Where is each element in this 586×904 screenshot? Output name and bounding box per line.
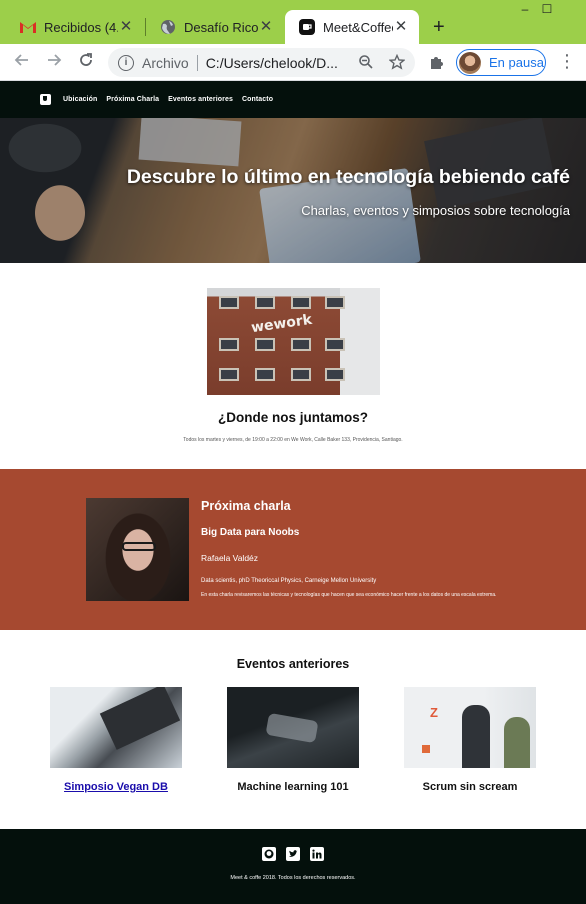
event-image [50, 687, 182, 768]
next-talk-kicker: Próxima charla [201, 499, 291, 513]
location-heading: ¿Donde nos juntamos? [218, 410, 368, 425]
next-talk-section: Próxima charla Big Data para Noobs Rafae… [0, 469, 586, 630]
nav-link-ubicacion[interactable]: Ubicación [63, 96, 97, 103]
url-text[interactable]: C:/Users/chelook/D... [206, 55, 346, 71]
gmail-icon [20, 19, 36, 35]
past-events-section: Eventos anteriores Simposio Vegan DB Mac… [0, 630, 586, 829]
webpage: Ubicación Próxima Charla Eventos anterio… [0, 81, 586, 904]
tab-meet-coffee[interactable]: Meet&Coffee ✕ [285, 10, 419, 44]
nav-link-eventos-anteriores[interactable]: Eventos anteriores [168, 96, 233, 103]
bookmark-star-icon[interactable] [388, 53, 406, 70]
coffee-logo-icon[interactable] [40, 94, 51, 105]
event-title-link[interactable]: Simposio Vegan DB [50, 781, 182, 793]
extensions-icon[interactable] [428, 53, 446, 71]
next-talk-title: Big Data para Noobs [201, 527, 300, 538]
github-icon[interactable] [262, 847, 276, 861]
more-menu-icon[interactable]: ⋮ [558, 52, 576, 72]
event-card: Simposio Vegan DB [50, 687, 182, 793]
talk-description: En esta charla revisaremos las técnicas … [201, 592, 497, 598]
tab-desafio[interactable]: Desafío Ricom ✕ [146, 10, 284, 44]
browser-toolbar: i Archivo C:/Users/chelook/D... En pausa… [0, 44, 586, 81]
location-image: wework [207, 288, 380, 395]
nav-link-proxima-charla[interactable]: Próxima Charla [106, 96, 159, 103]
speaker-bio: Data scientis, phD Theoriccal Physics, C… [201, 578, 377, 584]
zoom-out-icon[interactable] [358, 54, 374, 70]
hero-overlay [0, 118, 586, 263]
nav-link-contacto[interactable]: Contacto [242, 96, 273, 103]
speaker-photo [86, 498, 189, 601]
past-events-heading: Eventos anteriores [236, 657, 350, 671]
linkedin-icon[interactable] [310, 847, 324, 861]
event-card: Machine learning 101 [227, 687, 359, 793]
avatar [459, 51, 481, 74]
social-links [0, 847, 586, 861]
back-icon[interactable] [12, 52, 32, 72]
tab-title: Recibidos (4.2 [44, 19, 118, 35]
address-chip: Archivo [142, 54, 189, 71]
address-divider [196, 54, 198, 71]
close-icon[interactable]: ✕ [258, 19, 274, 35]
new-tab-button[interactable]: + [433, 17, 445, 37]
minimize-button[interactable]: – [514, 0, 536, 20]
hero-subtitle: Charlas, eventos y simposios sobre tecno… [301, 203, 570, 218]
event-card: Z Scrum sin scream [404, 687, 536, 793]
hero-title: Descubre lo último en tecnología bebiend… [126, 166, 570, 188]
profile-label: En pausa [489, 55, 544, 70]
forward-icon[interactable] [44, 52, 64, 72]
hero-banner: Descubre lo último en tecnología bebiend… [0, 118, 586, 263]
site-navbar: Ubicación Próxima Charla Eventos anterio… [0, 81, 586, 118]
reload-icon[interactable] [76, 52, 96, 72]
browser-tabstrip: Recibidos (4.2 ✕ Desafío Ricom ✕ Meet&Co… [0, 0, 586, 44]
site-footer: Meet & coffe 2018. Todos los derechos re… [0, 829, 586, 904]
tab-title: Desafío Ricom [184, 19, 258, 35]
coffee-icon [299, 19, 315, 35]
event-image: Z [404, 687, 536, 768]
twitter-icon[interactable] [286, 847, 300, 861]
location-info: Todos los martes y viernes, de 19:00 a 2… [183, 437, 403, 443]
maximize-button[interactable]: ☐ [536, 0, 558, 20]
tab-gmail[interactable]: Recibidos (4.2 ✕ [6, 10, 144, 44]
close-icon[interactable]: ✕ [118, 19, 134, 35]
address-bar[interactable]: i Archivo C:/Users/chelook/D... [108, 48, 415, 77]
speaker-name: Rafaela Valdéz [201, 553, 259, 563]
event-title: Scrum sin scream [422, 781, 518, 793]
globe-icon [160, 19, 176, 35]
event-title: Machine learning 101 [237, 781, 349, 793]
close-icon[interactable]: ✕ [393, 19, 409, 35]
profile-button[interactable]: En pausa [456, 49, 546, 76]
wework-sign: wework [250, 311, 314, 337]
tab-title: Meet&Coffee [323, 19, 393, 35]
event-image [227, 687, 359, 768]
info-icon[interactable]: i [118, 54, 134, 71]
location-section: wework ¿Donde nos juntamos? Todos los ma… [0, 263, 586, 469]
copyright-text: Meet & coffe 2018. Todos los derechos re… [230, 875, 356, 881]
